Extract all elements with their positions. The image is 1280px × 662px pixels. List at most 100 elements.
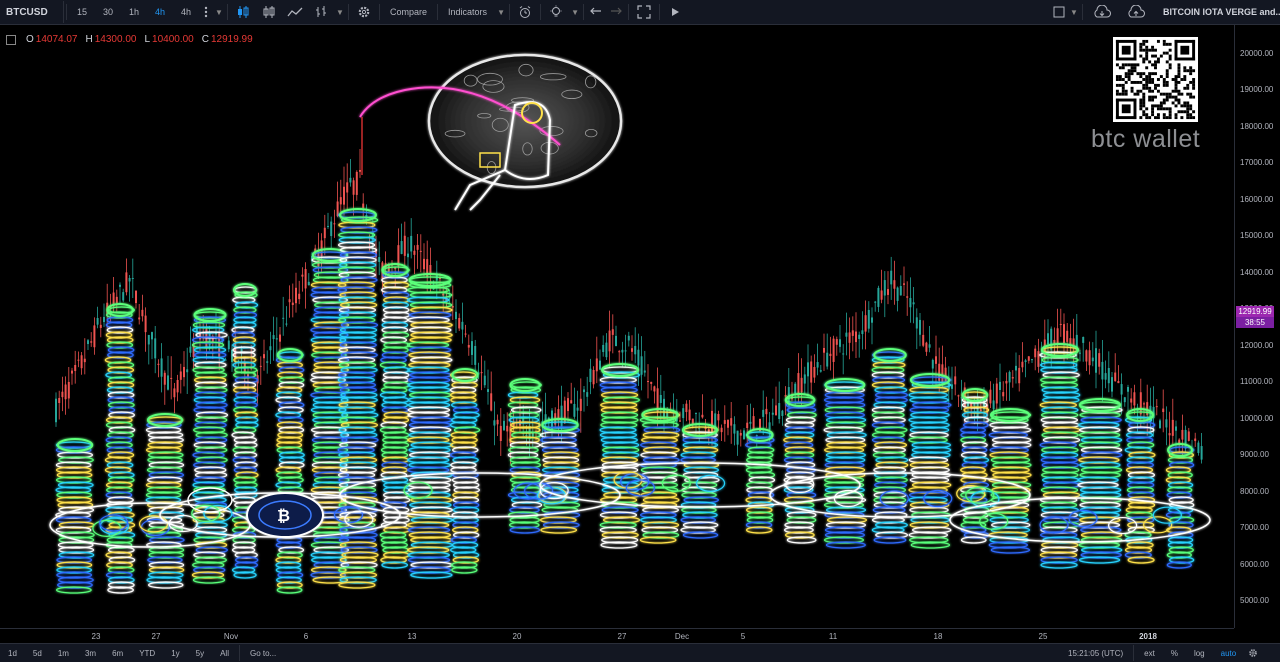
ideas-chevron-icon[interactable]: ▼	[569, 1, 581, 23]
candle-body	[1187, 431, 1190, 441]
indicators-chevron-icon[interactable]: ▼	[495, 1, 507, 23]
compare-button[interactable]: Compare	[382, 1, 435, 23]
time-tick: 18	[933, 632, 943, 641]
coin-top	[106, 303, 134, 317]
layout-chevron-icon[interactable]: ▼	[1068, 1, 1080, 23]
chart-style-chevron-icon[interactable]: ▼	[334, 1, 346, 23]
qr-finder	[1115, 57, 1137, 61]
redo-button[interactable]	[606, 1, 626, 23]
candle-body	[93, 325, 96, 348]
qr-module	[1154, 60, 1157, 64]
interval-4h-active[interactable]: 4h	[147, 1, 173, 23]
qr-module	[1127, 63, 1131, 67]
range-1d[interactable]: 1d	[0, 645, 25, 661]
price-chart-canvas[interactable]: ₿	[0, 25, 1234, 628]
bottom-divider	[238, 645, 240, 661]
more-intervals-icon[interactable]	[199, 1, 213, 23]
candle-body	[487, 389, 489, 392]
bars-style-button[interactable]	[308, 1, 334, 23]
candle-body	[685, 403, 688, 413]
line-style-button[interactable]	[282, 1, 308, 23]
range-1y[interactable]: 1y	[163, 645, 187, 661]
candle-body	[915, 317, 918, 329]
cloud-save-button[interactable]	[1119, 1, 1153, 23]
axis-settings-button[interactable]	[1244, 645, 1262, 661]
qr-module	[1145, 80, 1149, 84]
candle-body	[599, 360, 601, 370]
undo-button[interactable]	[586, 1, 606, 23]
range-6m[interactable]: 6m	[104, 645, 131, 661]
interval-1h[interactable]: 1h	[121, 1, 147, 23]
qr-module	[1130, 72, 1134, 76]
select-layout-button[interactable]	[1050, 1, 1068, 23]
alert-button[interactable]	[512, 1, 538, 23]
percent-scale-toggle[interactable]: %	[1163, 645, 1186, 661]
hollow-candles-button[interactable]	[256, 1, 282, 23]
range-5y[interactable]: 5y	[188, 645, 212, 661]
log-scale-toggle[interactable]: log	[1186, 645, 1213, 661]
qr-module	[1165, 92, 1169, 96]
candle-body	[579, 398, 582, 411]
candle-body	[480, 372, 483, 374]
interval-30[interactable]: 30	[95, 1, 121, 23]
candle-body	[493, 420, 496, 426]
qr-module	[1151, 89, 1155, 93]
interval-4h[interactable]: 4h	[173, 1, 199, 23]
qr-module	[1189, 107, 1193, 111]
qr-module	[1162, 98, 1166, 102]
time-axis[interactable]: 23 27 Nov 6 13 20 27 Dec 5 11 18 25 2018	[0, 628, 1234, 644]
qr-module	[1186, 83, 1190, 87]
candle-body	[794, 383, 797, 394]
qr-module	[1142, 110, 1146, 114]
qr-module	[1156, 89, 1160, 93]
qr-module	[1151, 54, 1155, 58]
qr-module	[1183, 86, 1187, 90]
range-5d[interactable]: 5d	[25, 645, 50, 661]
qr-module	[1121, 66, 1125, 70]
interval-15[interactable]: 15	[69, 1, 95, 23]
interval-dropdown-chevron-icon[interactable]: ▼	[213, 1, 225, 23]
candles-style-button[interactable]	[230, 1, 256, 23]
range-1m[interactable]: 1m	[50, 645, 77, 661]
auto-scale-toggle[interactable]: auto	[1213, 645, 1245, 661]
candle-body	[503, 420, 505, 431]
qr-module	[1145, 116, 1149, 120]
ideas-button[interactable]	[543, 1, 569, 23]
candle-body	[733, 424, 736, 434]
qr-module	[1168, 63, 1172, 67]
range-ytd[interactable]: YTD	[131, 645, 163, 661]
qr-module	[1159, 101, 1163, 105]
range-3m[interactable]: 3m	[77, 645, 104, 661]
cloud-load-button[interactable]	[1085, 1, 1119, 23]
indicators-button[interactable]: Indicators	[440, 1, 495, 23]
candle-body	[218, 333, 221, 358]
time-tick: 23	[91, 632, 101, 641]
candle-body	[272, 335, 275, 340]
symbol-search-box[interactable]: BTCUSD	[0, 1, 64, 23]
extended-hours-toggle[interactable]: ext	[1136, 645, 1163, 661]
fullscreen-button[interactable]	[631, 1, 657, 23]
qr-module	[1168, 116, 1172, 120]
replay-button[interactable]	[662, 1, 688, 23]
settings-button[interactable]	[351, 1, 377, 23]
qr-module	[1159, 54, 1163, 58]
qr-module	[1183, 101, 1187, 105]
candle-body	[1082, 337, 1085, 343]
qr-module	[1174, 83, 1178, 87]
qr-module	[1115, 63, 1119, 67]
chart-pane[interactable]: ₿ O 14074.07 H 14300.00 L 10400.00 C 12919.9…	[0, 25, 1234, 628]
go-to-date-button[interactable]: Go to...	[242, 645, 284, 661]
candle-body	[320, 240, 323, 257]
legend-menu-icon[interactable]	[6, 34, 16, 45]
candle-body	[679, 420, 681, 422]
close-label: C	[201, 34, 209, 45]
coin-top	[961, 388, 989, 402]
qr-module	[1127, 75, 1131, 79]
utc-clock[interactable]: 15:21:05 (UTC)	[1060, 645, 1131, 661]
chart-layout-name[interactable]: BITCOIN IOTA VERGE and...	[1157, 1, 1280, 23]
range-all[interactable]: All	[212, 645, 237, 661]
low-value: 10400.00	[152, 34, 194, 45]
qr-module	[1139, 101, 1143, 105]
candle-body	[941, 364, 944, 384]
qr-module	[1139, 48, 1143, 52]
